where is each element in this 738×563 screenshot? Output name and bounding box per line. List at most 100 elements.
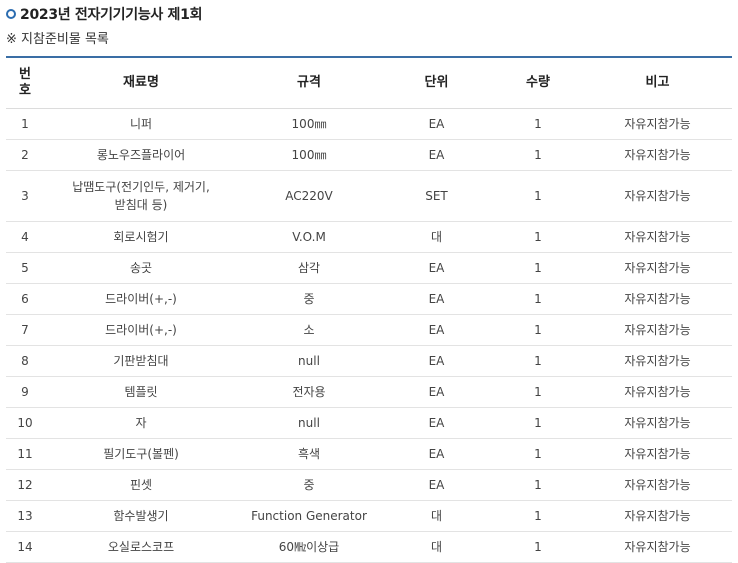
cell-number: 5	[6, 252, 44, 284]
cell-unit: 대	[380, 221, 493, 253]
cell-unit: EA	[380, 139, 493, 171]
cell-number: 14	[6, 531, 44, 563]
cell-quantity: 1	[493, 108, 583, 140]
table-row: 8 기판받침대 null EA 1 자유지참가능	[6, 345, 732, 377]
cell-spec: 60㎒이상급	[238, 531, 380, 563]
table-row: 2 롱노우즈플라이어 100㎜ EA 1 자유지참가능	[6, 139, 732, 171]
cell-spec: null	[238, 345, 380, 377]
cell-quantity: 1	[493, 221, 583, 253]
cell-material: 송곳	[44, 252, 238, 284]
cell-quantity: 1	[493, 283, 583, 315]
cell-material: 오실로스코프	[44, 531, 238, 563]
cell-remarks: 자유지참가능	[583, 345, 732, 377]
table-row: 11 필기도구(볼펜) 흑색 EA 1 자유지참가능	[6, 438, 732, 470]
cell-number: 9	[6, 376, 44, 408]
table-row: 7 드라이버(+,-) 소 EA 1 자유지참가능	[6, 314, 732, 346]
cell-unit: EA	[380, 345, 493, 377]
table-row: 5 송곳 삼각 EA 1 자유지참가능	[6, 252, 732, 284]
cell-number: 12	[6, 469, 44, 501]
table-row: 12 핀셋 중 EA 1 자유지참가능	[6, 469, 732, 501]
cell-number: 11	[6, 438, 44, 470]
cell-quantity: 1	[493, 376, 583, 408]
cell-spec: AC220V	[238, 170, 380, 222]
cell-material: 템플릿	[44, 376, 238, 408]
cell-material: 핀셋	[44, 469, 238, 501]
cell-material: 롱노우즈플라이어	[44, 139, 238, 171]
cell-number: 7	[6, 314, 44, 346]
page-title: 2023년 전자기기기능사 제1회	[20, 7, 203, 23]
cell-spec: 흑색	[238, 438, 380, 470]
cell-remarks: 자유지참가능	[583, 438, 732, 470]
cell-unit: 대	[380, 500, 493, 532]
cell-quantity: 1	[493, 438, 583, 470]
cell-spec: 중	[238, 469, 380, 501]
title-row: 2023년 전자기기기능사 제1회	[6, 4, 202, 24]
cell-material: 드라이버(+,-)	[44, 283, 238, 315]
table-row: 3 납땜도구(전기인두, 제거기, 받침대 등) AC220V SET 1 자유지참가능	[6, 170, 732, 222]
table-row: 1 니퍼 100㎜ EA 1 자유지참가능	[6, 108, 732, 140]
table-row: 9 템플릿 전자용 EA 1 자유지참가능	[6, 376, 732, 408]
cell-remarks: 자유지참가능	[583, 252, 732, 284]
cell-material: 기판받침대	[44, 345, 238, 377]
cell-spec: 전자용	[238, 376, 380, 408]
cell-unit: EA	[380, 438, 493, 470]
cell-remarks: 자유지참가능	[583, 139, 732, 171]
column-header-material: 재료명	[44, 57, 238, 109]
cell-number: 3	[6, 170, 44, 222]
cell-material: 필기도구(볼펜)	[44, 438, 238, 470]
cell-number: 10	[6, 407, 44, 439]
cell-material: 함수발생기	[44, 500, 238, 532]
table-row: 14 오실로스코프 60㎒이상급 대 1 자유지참가능	[6, 531, 732, 563]
cell-quantity: 1	[493, 139, 583, 171]
cell-material-text: 납땜도구(전기인두, 제거기, 받침대 등)	[72, 180, 210, 212]
cell-remarks: 자유지참가능	[583, 221, 732, 253]
cell-remarks: 자유지참가능	[583, 469, 732, 501]
cell-spec: 100㎜	[238, 108, 380, 140]
materials-table-container: 번호 재료명 규격 단위 수량 비고 1 니퍼 100㎜ EA 1 자유지참가능 2 롱노우즈…	[6, 56, 732, 563]
cell-material: 니퍼	[44, 108, 238, 140]
column-header-spec: 규격	[238, 57, 380, 109]
cell-unit: EA	[380, 407, 493, 439]
table-row: 6 드라이버(+,-) 중 EA 1 자유지참가능	[6, 283, 732, 315]
table-row: 13 함수발생기 Function Generator 대 1 자유지참가능	[6, 500, 732, 532]
materials-table: 번호 재료명 규격 단위 수량 비고 1 니퍼 100㎜ EA 1 자유지참가능 2 롱노우즈…	[6, 56, 732, 563]
column-header-remarks: 비고	[583, 57, 732, 109]
circle-bullet-icon	[6, 9, 16, 19]
cell-number: 2	[6, 139, 44, 171]
cell-unit: EA	[380, 252, 493, 284]
cell-quantity: 1	[493, 314, 583, 346]
column-header-unit: 단위	[380, 57, 493, 109]
cell-material: 드라이버(+,-)	[44, 314, 238, 346]
cell-material: 자	[44, 407, 238, 439]
cell-remarks: 자유지참가능	[583, 500, 732, 532]
cell-number: 8	[6, 345, 44, 377]
cell-quantity: 1	[493, 345, 583, 377]
cell-remarks: 자유지참가능	[583, 108, 732, 140]
table-row: 10 자 null EA 1 자유지참가능	[6, 407, 732, 439]
column-header-quantity: 수량	[493, 57, 583, 109]
cell-quantity: 1	[493, 531, 583, 563]
cell-remarks: 자유지참가능	[583, 314, 732, 346]
cell-unit: 대	[380, 531, 493, 563]
column-header-number: 번호	[6, 57, 44, 109]
cell-number: 6	[6, 283, 44, 315]
cell-unit: EA	[380, 283, 493, 315]
cell-number: 4	[6, 221, 44, 253]
cell-remarks: 자유지참가능	[583, 376, 732, 408]
cell-unit: EA	[380, 376, 493, 408]
cell-remarks: 자유지참가능	[583, 407, 732, 439]
section-subtitle: ※ 지참준비물 목록	[6, 32, 109, 47]
cell-spec: V.O.M	[238, 221, 380, 253]
cell-spec: 100㎜	[238, 139, 380, 171]
cell-unit: EA	[380, 108, 493, 140]
cell-spec: null	[238, 407, 380, 439]
cell-unit: EA	[380, 469, 493, 501]
cell-quantity: 1	[493, 407, 583, 439]
cell-material: 납땜도구(전기인두, 제거기, 받침대 등)	[44, 170, 238, 222]
table-row: 4 회로시험기 V.O.M 대 1 자유지참가능	[6, 221, 732, 253]
cell-number: 13	[6, 500, 44, 532]
cell-spec: 삼각	[238, 252, 380, 284]
cell-quantity: 1	[493, 500, 583, 532]
cell-spec: 소	[238, 314, 380, 346]
cell-quantity: 1	[493, 170, 583, 222]
